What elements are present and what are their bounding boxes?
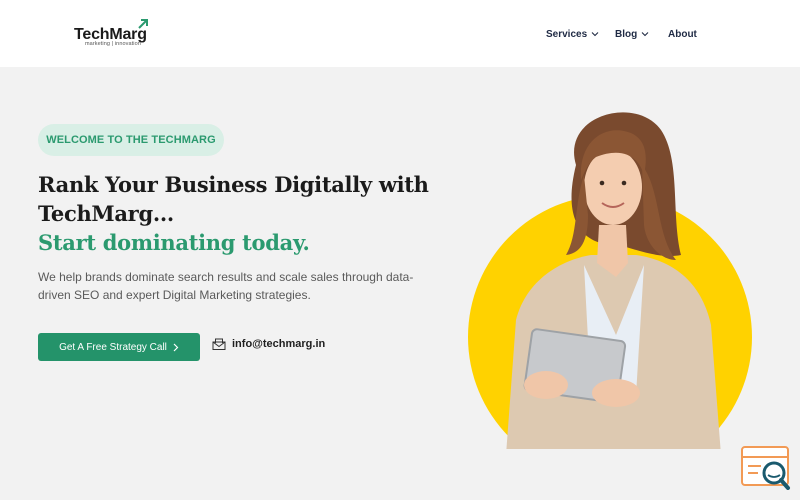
welcome-badge: WELCOME TO THE TECHMARG [38, 124, 224, 156]
nav-label: Blog [615, 28, 638, 40]
chevron-down-icon [641, 32, 649, 37]
chevron-down-icon [591, 32, 599, 37]
chat-search-icon[interactable] [741, 446, 791, 490]
hero-description: We help brands dominate search results a… [38, 270, 414, 302]
site-header: TechMarg marketing | innovation Services… [0, 0, 800, 67]
brand-logo[interactable]: TechMarg marketing | innovation [74, 18, 164, 50]
cta-label: Get A Free Strategy Call [59, 341, 167, 353]
headline-line-1: Rank Your Business Digitally with [38, 172, 429, 197]
nav-item-about[interactable]: About [668, 27, 697, 41]
nav-item-blog[interactable]: Blog [615, 27, 649, 41]
logo-arrow-icon [138, 19, 148, 29]
email-address: info@techmarg.in [232, 338, 326, 350]
headline-accent: Start dominating today. [38, 230, 310, 255]
hero-portrait-image [468, 112, 752, 449]
hero-headline: Rank Your Business Digitally with TechMa… [38, 170, 458, 257]
email-link[interactable]: info@techmarg.in [212, 338, 325, 350]
nav-label: Services [546, 28, 588, 40]
mail-icon [212, 338, 226, 350]
brand-tagline: marketing | innovation [85, 41, 141, 47]
strategy-call-button[interactable]: Get A Free Strategy Call [38, 333, 200, 361]
nav-label: About [668, 28, 697, 40]
chevron-right-icon [173, 343, 179, 351]
headline-line-2: TechMarg... [38, 201, 174, 226]
nav-item-services[interactable]: Services [546, 27, 599, 41]
